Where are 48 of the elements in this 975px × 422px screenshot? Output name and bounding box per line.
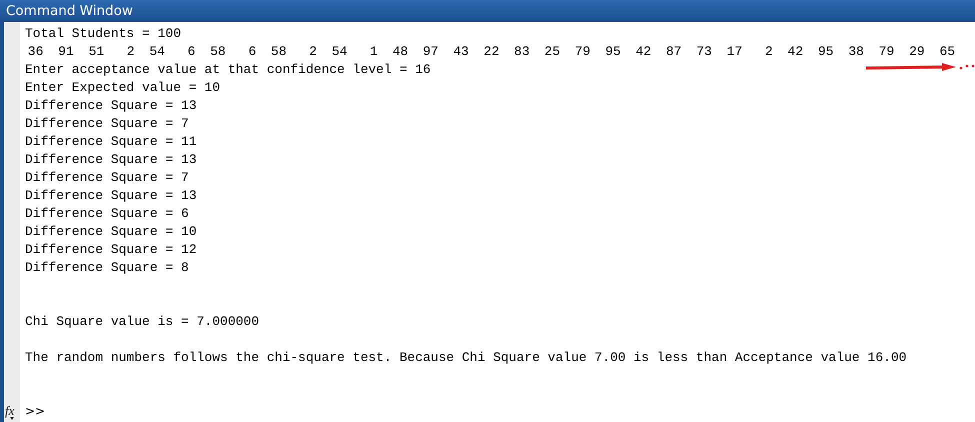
number-value: 83	[513, 43, 531, 61]
output-line: Difference Square = 11	[25, 133, 197, 151]
number-value: 6	[186, 43, 196, 61]
window-title: Command Window	[0, 0, 975, 22]
number-value: 54	[330, 43, 348, 61]
number-value: 97	[422, 43, 440, 61]
number-value: 25	[543, 43, 562, 61]
number-value: 54	[148, 43, 166, 61]
number-value: 91	[57, 43, 75, 61]
output-line: Difference Square = 7	[25, 169, 189, 187]
number-value: 95	[816, 43, 835, 61]
number-value: 48	[391, 43, 410, 61]
output-line: Difference Square = 8	[25, 259, 189, 277]
number-value: 79	[574, 43, 592, 61]
number-value: 87	[664, 43, 683, 61]
output-line: Difference Square = 7	[25, 115, 189, 133]
number-value: 95	[604, 43, 622, 61]
output-line: Difference Square = 12	[25, 241, 197, 259]
output-line: Enter acceptance value at that confidence level = 16	[25, 61, 431, 79]
output-line: Chi Square value is = 7.000000	[25, 313, 260, 331]
number-value: 58	[270, 43, 288, 61]
number-value: 79	[878, 43, 896, 61]
number-value: 73	[695, 43, 713, 61]
number-value: 22	[482, 43, 500, 61]
number-value: 58	[209, 43, 227, 61]
output-line: Difference Square = 6	[25, 205, 189, 223]
number-value: 51	[88, 43, 106, 61]
number-value: 2	[764, 43, 774, 61]
number-value: 2	[308, 43, 318, 61]
number-value: 29	[908, 43, 926, 61]
output-line: Difference Square = 13	[25, 151, 197, 169]
output-line: Total Students = 100	[25, 25, 182, 43]
output-line: Difference Square = 13	[25, 97, 197, 115]
number-value: 43	[452, 43, 470, 61]
command-prompt[interactable]: >>	[25, 402, 46, 420]
number-value: 65	[938, 43, 956, 61]
number-value: 42	[634, 43, 652, 61]
number-value: 38	[847, 43, 865, 61]
number-value: 2	[126, 43, 136, 61]
output-line: Difference Square = 10	[25, 223, 197, 241]
number-value: 1	[368, 43, 379, 61]
number-value: 6	[247, 43, 258, 61]
number-value: 42	[786, 43, 804, 61]
output-line: The random numbers follows the chi-square test. Because Chi Square value 7.00 is less than Acceptance value 16.00	[25, 349, 907, 367]
output-line: Enter Expected value = 10	[25, 79, 220, 97]
number-value: 17	[726, 43, 744, 61]
output-line: Difference Square = 13	[25, 187, 197, 205]
number-value: 36	[26, 43, 44, 61]
